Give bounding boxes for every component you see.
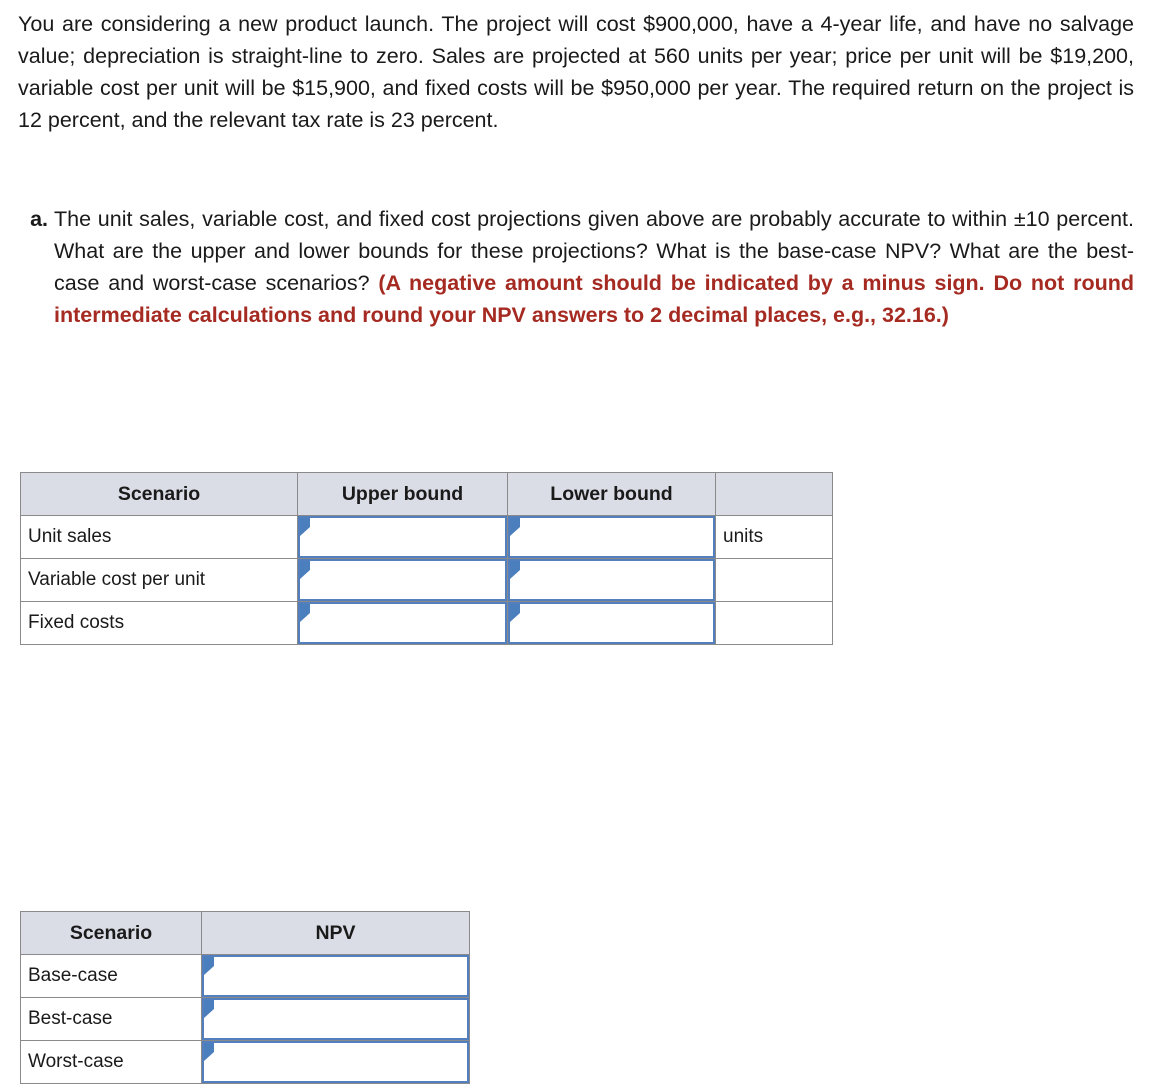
cell-worst-case-npv[interactable]	[201, 1040, 470, 1084]
row-label-text: Best-case	[28, 1008, 113, 1029]
question-a-label: a.	[30, 207, 48, 231]
cell-fixed-costs-unit	[715, 601, 833, 645]
question-a-body: The unit sales, variable cost, and fixed…	[54, 203, 1134, 331]
input-unit-sales-lower[interactable]	[522, 520, 707, 556]
row-label-unit-sales: Unit sales	[20, 515, 298, 559]
row-label-base-case: Base-case	[20, 954, 202, 998]
row-label-text: Variable cost per unit	[28, 569, 206, 590]
input-unit-sales-lower-box[interactable]	[508, 516, 715, 558]
input-fixed-costs-upper-box[interactable]	[298, 602, 507, 644]
problem-statement: You are considering a new product launch…	[18, 8, 1134, 136]
row-label-text: Base-case	[28, 965, 118, 986]
input-unit-sales-upper-box[interactable]	[298, 516, 507, 558]
cell-fixed-costs-upper[interactable]	[297, 601, 508, 645]
input-base-case-npv[interactable]	[216, 959, 461, 995]
problem-statement-text: You are considering a new product launch…	[18, 12, 1134, 132]
table-header-row: Scenario Upper bound Lower bound	[20, 472, 833, 516]
input-unit-sales-upper[interactable]	[312, 520, 499, 556]
input-variable-cost-upper[interactable]	[312, 563, 499, 599]
input-best-case-npv-box[interactable]	[202, 998, 469, 1040]
row-label-text: Unit sales	[28, 526, 112, 547]
table-row: Unit sales units	[20, 515, 833, 559]
upper-lower-bounds-table: Scenario Upper bound Lower bound Unit sa…	[20, 472, 833, 645]
input-fixed-costs-lower[interactable]	[522, 606, 707, 642]
input-variable-cost-upper-box[interactable]	[298, 559, 507, 601]
column-header-lower-bound: Lower bound	[507, 472, 716, 516]
cell-unit-sales-lower[interactable]	[507, 515, 716, 559]
table-row: Best-case	[20, 997, 470, 1041]
row-label-best-case: Best-case	[20, 997, 202, 1041]
cell-fixed-costs-lower[interactable]	[507, 601, 716, 645]
input-fixed-costs-lower-box[interactable]	[508, 602, 715, 644]
cell-best-case-npv[interactable]	[201, 997, 470, 1041]
input-worst-case-npv[interactable]	[216, 1045, 461, 1081]
row-label-worst-case: Worst-case	[20, 1040, 202, 1084]
input-variable-cost-lower[interactable]	[522, 563, 707, 599]
table-header-row: Scenario NPV	[20, 911, 470, 955]
input-best-case-npv[interactable]	[216, 1002, 461, 1038]
input-worst-case-npv-box[interactable]	[202, 1041, 469, 1083]
cell-variable-cost-unit	[715, 558, 833, 602]
cell-variable-cost-lower[interactable]	[507, 558, 716, 602]
table-row: Fixed costs	[20, 601, 833, 645]
cell-base-case-npv[interactable]	[201, 954, 470, 998]
row-label-text: Worst-case	[28, 1051, 124, 1072]
column-header-scenario: Scenario	[20, 911, 202, 955]
input-base-case-npv-box[interactable]	[202, 955, 469, 997]
input-fixed-costs-upper[interactable]	[312, 606, 499, 642]
column-header-scenario: Scenario	[20, 472, 298, 516]
table-row: Variable cost per unit	[20, 558, 833, 602]
row-label-text: Fixed costs	[28, 612, 125, 633]
unit-label-units: units	[723, 526, 764, 547]
question-a: a. The unit sales, variable cost, and fi…	[18, 203, 1134, 331]
row-label-fixed-costs: Fixed costs	[20, 601, 298, 645]
column-header-upper-bound: Upper bound	[297, 472, 508, 516]
table-row: Base-case	[20, 954, 470, 998]
column-header-units	[715, 472, 833, 516]
row-label-variable-cost-per-unit: Variable cost per unit	[20, 558, 298, 602]
cell-unit-sales-unit: units	[715, 515, 833, 559]
table-row: Worst-case	[20, 1040, 470, 1084]
column-header-npv: NPV	[201, 911, 470, 955]
input-variable-cost-lower-box[interactable]	[508, 559, 715, 601]
npv-scenarios-table: Scenario NPV Base-case Best-case Worst-c…	[20, 911, 470, 1084]
cell-unit-sales-upper[interactable]	[297, 515, 508, 559]
cell-variable-cost-upper[interactable]	[297, 558, 508, 602]
